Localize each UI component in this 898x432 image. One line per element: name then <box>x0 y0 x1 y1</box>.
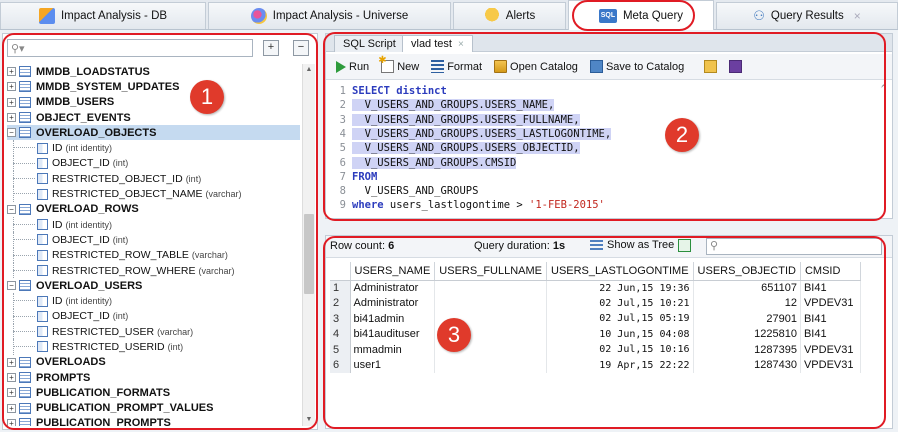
tab-label: Impact Analysis - Universe <box>272 10 409 22</box>
bell-icon <box>483 8 500 24</box>
annotation-box-1 <box>2 33 318 430</box>
annotation-box-2 <box>323 32 886 221</box>
tab-alerts[interactable]: Alerts <box>453 2 566 29</box>
universe-icon <box>250 8 267 24</box>
annotation-badge-3: 3 <box>437 318 471 352</box>
tab-query-results[interactable]: ⚇ Query Results × <box>716 2 898 29</box>
tab-label: Alerts <box>505 10 536 22</box>
tab-label: Impact Analysis - DB <box>60 10 168 22</box>
tab-label: Query Results <box>770 10 844 22</box>
annotation-oval <box>572 0 695 31</box>
results-icon: ⚇ <box>753 8 765 23</box>
annotation-box-3 <box>323 236 886 429</box>
impact-analysis-icon <box>38 8 55 24</box>
top-tab-bar: Impact Analysis - DB Impact Analysis - U… <box>0 0 898 30</box>
close-icon[interactable]: × <box>854 9 861 23</box>
annotation-badge-2: 2 <box>665 118 699 152</box>
annotation-badge-1: 1 <box>190 80 224 114</box>
tab-impact-analysis-universe[interactable]: Impact Analysis - Universe <box>208 2 451 29</box>
tab-impact-analysis-db[interactable]: Impact Analysis - DB <box>0 2 206 29</box>
